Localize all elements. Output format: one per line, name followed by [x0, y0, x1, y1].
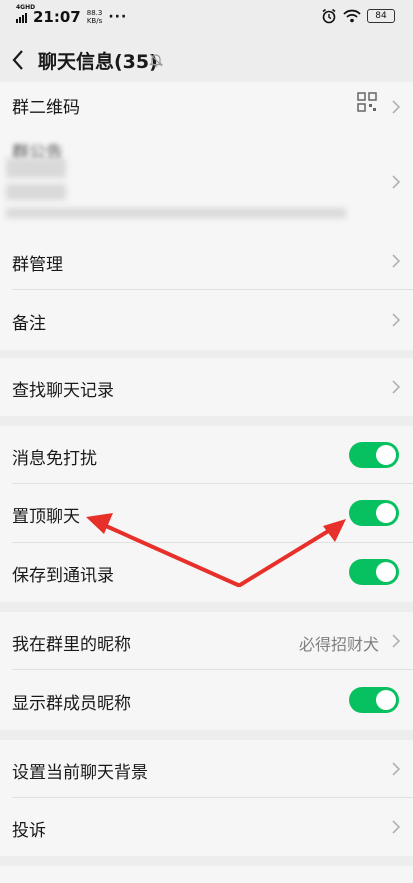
- pin-chat-row: 置顶聊天: [0, 484, 413, 543]
- my-nickname-value: 必得招财犬: [298, 635, 379, 654]
- network-type: 4GHD: [16, 4, 36, 11]
- nav-bar: 聊天信息(35): [0, 38, 413, 82]
- report-row[interactable]: 投诉: [0, 798, 413, 856]
- chevron-right-icon: [392, 100, 401, 114]
- status-bar: 4GHD 21:07 88.3 KB/s ··· 84: [0, 0, 413, 34]
- show-nicknames-toggle[interactable]: [349, 687, 399, 713]
- nickname-section: 我在群里的昵称 必得招财犬 显示群成员昵称: [0, 612, 413, 730]
- toggle-section: 消息免打扰 置顶聊天 保存到通讯录: [0, 426, 413, 602]
- blurred-notice-text: [6, 158, 66, 178]
- mute-row: 消息免打扰: [0, 426, 413, 484]
- mute-toggle[interactable]: [349, 442, 399, 468]
- more-notifications: ···: [108, 9, 128, 25]
- next-section-edge: [0, 866, 413, 883]
- battery-indicator: 84: [367, 9, 395, 23]
- status-time: 21:07: [33, 8, 81, 26]
- misc-section: 设置当前聊天背景 投诉: [0, 740, 413, 856]
- group-notice-row[interactable]: 群公告: [0, 132, 413, 232]
- chevron-right-icon: [392, 380, 401, 394]
- save-contacts-toggle[interactable]: [349, 559, 399, 585]
- show-nicknames-row: 显示群成员昵称: [0, 670, 413, 730]
- chevron-right-icon: [392, 634, 401, 648]
- remark-row[interactable]: 备注: [0, 290, 413, 350]
- wifi-icon: [343, 9, 361, 23]
- my-nickname-row[interactable]: 我在群里的昵称 必得招财犬: [0, 612, 413, 670]
- qr-code-icon: [357, 92, 377, 112]
- chevron-right-icon: [392, 175, 401, 189]
- search-history-row[interactable]: 查找聊天记录: [0, 358, 413, 416]
- network-speed: 88.3 KB/s: [86, 9, 103, 25]
- alarm-icon: [322, 8, 336, 24]
- blurred-notice-text: [6, 184, 66, 200]
- pin-chat-toggle[interactable]: [349, 500, 399, 526]
- chevron-right-icon: [392, 313, 401, 327]
- set-background-row[interactable]: 设置当前聊天背景: [0, 740, 413, 798]
- search-section: 查找聊天记录: [0, 358, 413, 416]
- group-info-section: 群二维码 群公告 群管理 备注: [0, 82, 413, 350]
- group-manage-row[interactable]: 群管理: [0, 232, 413, 290]
- signal-icon: 4GHD: [16, 4, 35, 23]
- bell-off-icon: [149, 53, 163, 67]
- qr-code-row[interactable]: 群二维码: [0, 82, 413, 132]
- save-contacts-row: 保存到通讯录: [0, 543, 413, 602]
- chevron-right-icon: [392, 820, 401, 834]
- chevron-right-icon: [392, 254, 401, 268]
- blurred-notice-text: [6, 208, 346, 218]
- chevron-left-icon[interactable]: [8, 46, 30, 74]
- page-title: 聊天信息(35): [38, 51, 158, 73]
- chevron-right-icon: [392, 762, 401, 776]
